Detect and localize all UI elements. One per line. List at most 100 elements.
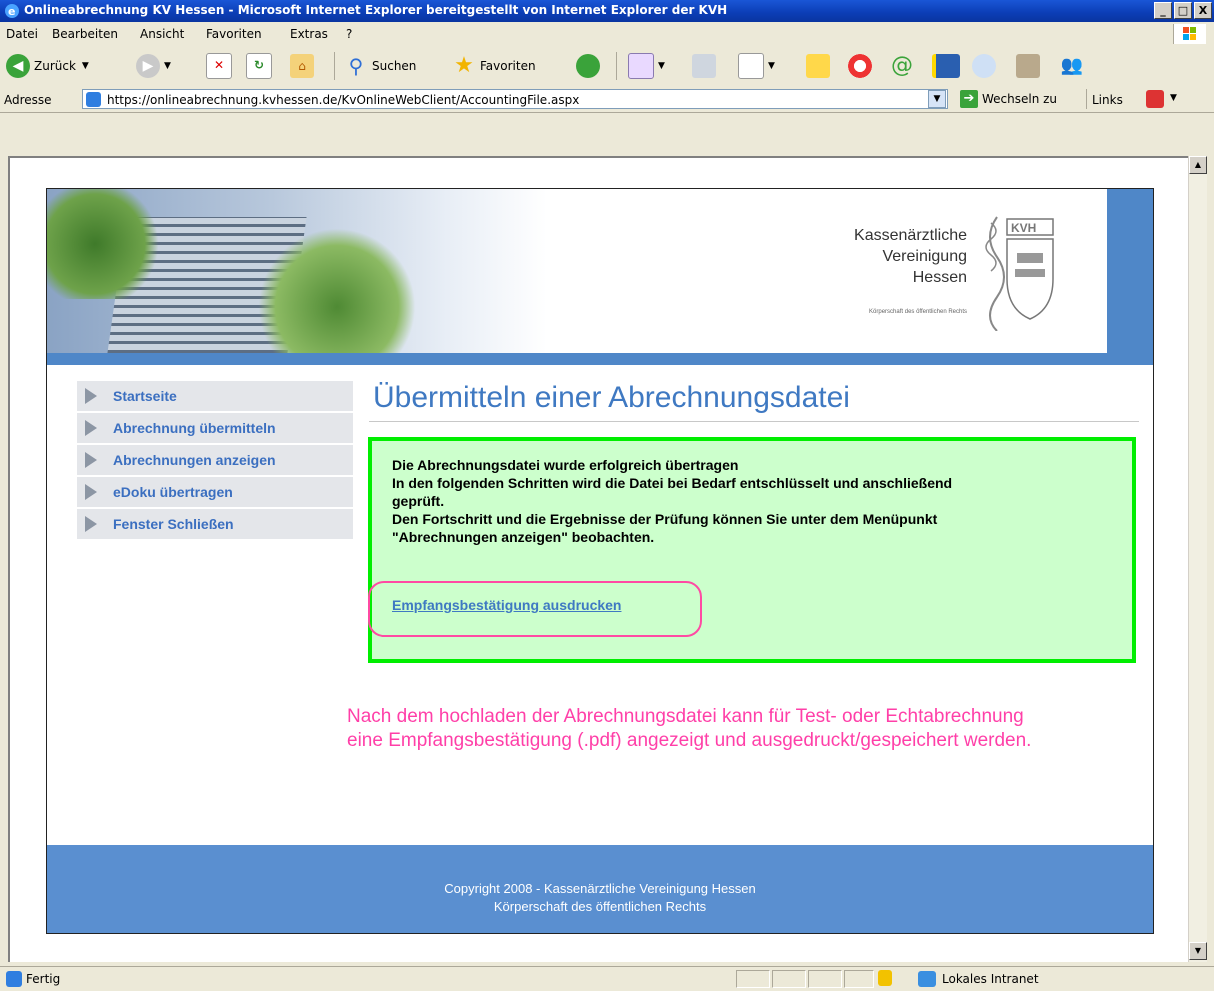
banner-accent [1107,189,1153,355]
sidebar-item-label: eDoku übertragen [113,484,233,500]
minimize-button[interactable]: _ [1154,2,1172,19]
windows-logo-icon [1173,24,1206,44]
print-icon [692,54,716,78]
star-icon: ★ [454,53,474,78]
history-icon [576,54,600,78]
annotation-note: Nach dem hochladen der Abrechnungsdatei … [347,705,1031,753]
menu-ansicht[interactable]: Ansicht [140,27,184,41]
users-icon: 👥 [1060,55,1084,76]
org-name-line3: Hessen [912,269,967,286]
vertical-scrollbar[interactable]: ▲ ▼ [1188,156,1207,962]
messenger-button[interactable]: @ [890,52,918,80]
back-button[interactable]: ◀ Zurück ▼ [6,52,89,80]
database-button[interactable] [932,52,964,80]
go-label: Wechseln zu [982,92,1058,106]
edit-button[interactable]: ▼ [738,52,775,80]
annotation-line: eine Empfangsbestätigung (.pdf) angezeig… [347,730,1032,751]
security-zone-label: Lokales Intranet [942,972,1039,986]
banner-bottom-bar [47,353,1153,365]
address-input[interactable]: https://onlineabrechnung.kvhessen.de/KvO… [82,89,948,109]
cursor-icon [972,54,996,78]
browser-toolbar: ◀ Zurück ▼ ▶ ▼ ✕ ↻ ⌂ ⚲ Suchen ★ Favorite… [0,46,1214,87]
sidebar-item-abrechnung-uebermitteln[interactable]: Abrechnung übermitteln [77,413,353,445]
note-button[interactable] [806,52,834,80]
mail-button[interactable]: ▼ [628,52,665,80]
menu-extras[interactable]: Extras [290,27,328,41]
history-button[interactable] [576,52,604,80]
toolbar-separator [616,52,617,80]
stop-icon: ✕ [206,53,232,79]
database-icon [932,54,960,78]
scroll-down-button[interactable]: ▼ [1189,942,1207,960]
at-sign-icon: @ [891,53,913,78]
menu-datei[interactable]: Datei [6,27,38,41]
sidebar-item-label: Startseite [113,388,177,404]
status-panel [772,970,806,988]
back-label: Zurück [34,59,76,73]
links-button[interactable]: Links [1092,93,1123,107]
page-icon [6,971,22,987]
sidebar-item-abrechnungen-anzeigen[interactable]: Abrechnungen anzeigen [77,445,353,477]
maximize-button[interactable]: □ [1174,2,1192,19]
home-icon: ⌂ [290,54,314,78]
search-button[interactable]: ⚲ Suchen [344,52,417,80]
message-line: "Abrechnungen anzeigen" beobachten. [392,529,655,545]
header-banner: Kassenärztliche Vereinigung Hessen Körpe… [47,189,1153,365]
chevron-down-icon: ▼ [658,61,665,71]
users-button[interactable]: 👥 [1060,52,1088,80]
status-panel [736,970,770,988]
copyright-text: Copyright 2008 - Kassenärztliche Vereini… [444,881,756,896]
scroll-up-button[interactable]: ▲ [1189,156,1207,174]
chevron-down-icon: ▼ [164,61,171,71]
chevron-down-icon: ▼ [768,61,775,71]
org-logo-text: Kassenärztliche Vereinigung Hessen [807,225,967,288]
message-line: In den folgenden Schritten wird die Date… [392,475,953,491]
page-footer: Copyright 2008 - Kassenärztliche Vereini… [47,845,1153,933]
stop-button[interactable]: ✕ [206,52,236,80]
address-url: https://onlineabrechnung.kvhessen.de/KvO… [107,93,580,107]
close-button[interactable]: X [1194,2,1212,19]
help-lifebuoy-button[interactable] [848,52,876,80]
sidebar-item-edoku-uebertragen[interactable]: eDoku übertragen [77,477,353,509]
lock-icon [878,970,892,986]
window-title-bar[interactable]: e Onlineabrechnung KV Hessen - Microsoft… [0,0,1214,22]
go-button[interactable]: ➔ Wechseln zu [960,90,1057,108]
triangle-right-icon [85,420,97,436]
message-line: Den Fortschritt und die Ergebnisse der P… [392,511,938,527]
lifebuoy-icon [848,54,872,78]
forward-arrow-icon: ▶ [136,54,160,78]
cursor-tool-button[interactable] [972,52,1000,80]
menu-favoriten[interactable]: Favoriten [206,27,262,41]
triangle-right-icon [85,516,97,532]
print-button[interactable] [692,52,720,80]
intranet-zone-icon [918,971,936,987]
refresh-icon: ↻ [246,53,272,79]
page-icon [86,92,101,107]
tree-image [257,229,417,359]
mail-icon [628,53,654,79]
research-icon [1016,54,1040,78]
forward-button[interactable]: ▶ ▼ [136,52,171,80]
message-line: Die Abrechnungsdatei wurde erfolgreich ü… [392,457,739,473]
status-panel [844,970,874,988]
sidebar-item-startseite[interactable]: Startseite [77,381,353,413]
building-photo [47,189,547,359]
annotation-line: Nach dem hochladen der Abrechnungsdatei … [347,706,1024,727]
pdf-plugin-icon[interactable] [1146,90,1164,108]
triangle-right-icon [85,484,97,500]
refresh-button[interactable]: ↻ [246,52,276,80]
research-button[interactable] [1016,52,1044,80]
sidebar-item-label: Abrechnungen anzeigen [113,452,276,468]
triangle-right-icon [85,388,97,404]
status-panel [808,970,842,988]
address-dropdown-button[interactable]: ▼ [928,90,946,108]
success-message-box: Die Abrechnungsdatei wurde erfolgreich ü… [368,437,1136,663]
internet-explorer-icon: e [5,4,19,18]
menu-bearbeiten[interactable]: Bearbeiten [52,27,118,41]
favorites-button[interactable]: ★ Favoriten [452,52,535,80]
sidebar-item-fenster-schliessen[interactable]: Fenster Schließen [77,509,353,541]
menu-help[interactable]: ? [346,27,352,41]
home-button[interactable]: ⌂ [290,52,318,80]
print-receipt-link[interactable]: Empfangsbestätigung ausdrucken [392,597,621,613]
chevron-down-icon[interactable]: ▼ [1170,93,1177,103]
